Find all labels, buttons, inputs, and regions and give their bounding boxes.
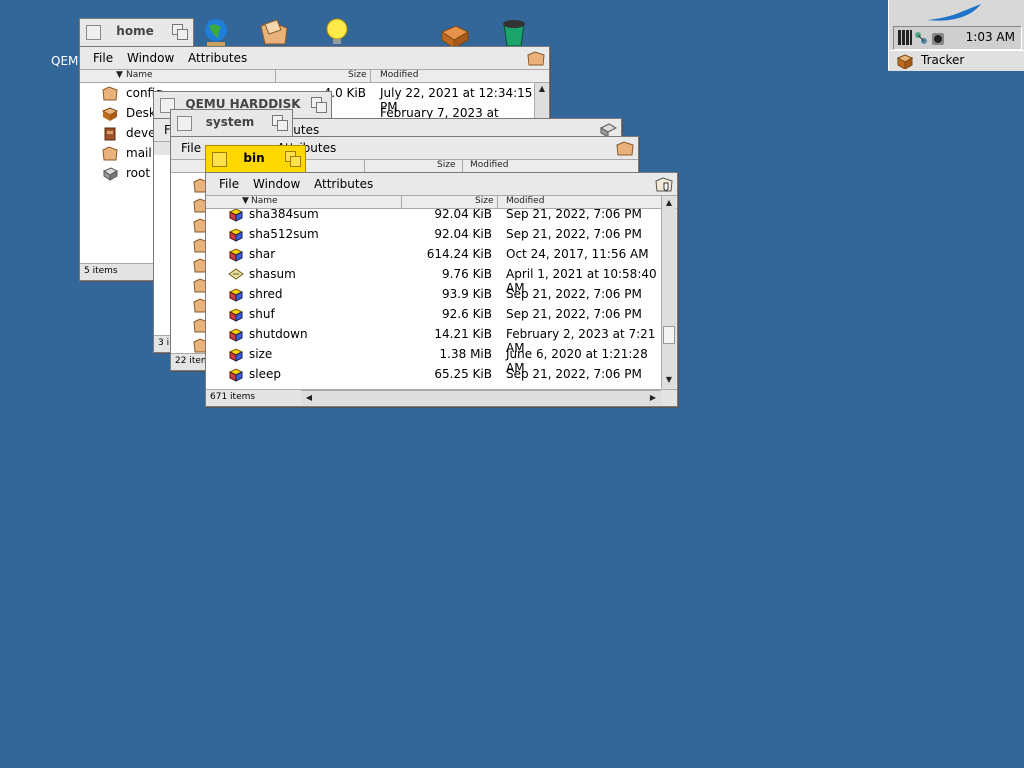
lightbulb-icon[interactable] — [322, 16, 354, 48]
system-col-size[interactable]: Size — [437, 160, 455, 170]
app-icon — [228, 226, 244, 242]
bin-horizontal-scrollbar[interactable]: ◀ ▶ — [301, 390, 661, 405]
bin-menu-window[interactable]: Window — [253, 177, 300, 191]
bin-column-header: ▼ Name Size Modified — [206, 196, 677, 209]
bin-col-modified[interactable]: Modified — [506, 196, 544, 206]
trash-icon[interactable] — [498, 16, 530, 48]
system-window-title: system — [205, 115, 255, 129]
home-menu-window[interactable]: Window — [127, 51, 174, 65]
tracker-entry[interactable]: Tracker — [889, 50, 1024, 71]
app-icon — [228, 306, 244, 322]
app-icon — [228, 246, 244, 262]
scroll-right-arrow-icon[interactable]: ▶ — [647, 392, 659, 404]
clock[interactable]: 1:03 AM — [966, 30, 1015, 44]
app-icon — [228, 286, 244, 302]
home-col-size[interactable]: Size — [348, 70, 366, 80]
bin-vertical-scrollbar[interactable]: ▲ ▼ — [661, 196, 676, 388]
tracker-icon — [896, 53, 914, 70]
list-item[interactable]: shred 93.9 KiB Sep 21, 2022, 7:06 PM — [206, 284, 661, 304]
list-item[interactable]: shuf 92.6 KiB Sep 21, 2022, 7:06 PM — [206, 304, 661, 324]
list-item[interactable]: sha384sum 92.04 KiB Sep 21, 2022, 7:06 P… — [206, 209, 661, 224]
system-zoom-button[interactable] — [272, 115, 288, 131]
system-col-modified[interactable]: Modified — [470, 160, 508, 170]
system-window-tab[interactable]: system — [170, 109, 293, 137]
home-zoom-button[interactable] — [172, 24, 188, 40]
bin-col-name[interactable]: Name — [251, 196, 278, 206]
bin-menu-file[interactable]: File — [219, 177, 239, 191]
app-icon — [228, 326, 244, 342]
list-item[interactable]: shar 614.24 KiB Oct 24, 2017, 11:56 AM — [206, 244, 661, 264]
home-folder-icon[interactable] — [527, 50, 545, 66]
package-icon — [102, 125, 118, 141]
bin-close-button[interactable] — [212, 152, 227, 167]
system-menu-file[interactable]: File — [181, 141, 201, 155]
speaker-icon[interactable] — [930, 30, 946, 46]
home-menu-file[interactable]: File — [93, 51, 113, 65]
list-item[interactable]: sleep 65.25 KiB Sep 21, 2022, 7:06 PM — [206, 364, 661, 384]
home-col-name[interactable]: Name — [126, 70, 153, 80]
list-item[interactable]: shutdown 14.21 KiB February 2, 2023 at 7… — [206, 324, 661, 355]
bin-scroll-thumb[interactable] — [663, 326, 675, 344]
feather-logo[interactable] — [923, 4, 987, 24]
tracker-label: Tracker — [921, 53, 965, 67]
bin-zoom-button[interactable] — [285, 151, 301, 167]
system-tray: 1:03 AM — [893, 26, 1022, 50]
system-close-button[interactable] — [177, 116, 192, 131]
home-close-button[interactable] — [86, 25, 101, 40]
home-menu-attributes[interactable]: Attributes — [188, 51, 247, 65]
folder-icon — [102, 145, 118, 161]
app-icon — [228, 209, 244, 222]
home-window-title: home — [116, 24, 154, 38]
desktop-icon — [101, 105, 119, 121]
bin-menu-attributes[interactable]: Attributes — [314, 177, 373, 191]
deskbar: 1:03 AM Tracker — [888, 0, 1024, 71]
scroll-down-arrow-icon[interactable]: ▼ — [663, 374, 675, 386]
bin-window-title: bin — [243, 151, 265, 165]
app-icon — [228, 366, 244, 382]
sort-arrow-icon[interactable]: ▼ — [242, 196, 249, 206]
harddisk-zoom-button[interactable] — [311, 97, 327, 113]
scroll-left-arrow-icon[interactable]: ◀ — [303, 392, 315, 404]
home-column-header: ▼ Name Size Modified — [80, 70, 549, 83]
scroll-up-arrow-icon[interactable]: ▲ — [536, 83, 548, 95]
home-menubar: File Window Attributes — [80, 47, 549, 70]
bin-folder-icon[interactable] — [655, 176, 673, 192]
bin-file-list: sha384sum 92.04 KiB Sep 21, 2022, 7:06 P… — [206, 209, 661, 389]
network-icon[interactable] — [914, 31, 928, 45]
list-item[interactable]: size 1.38 MiB June 6, 2020 at 1:21:28 AM — [206, 344, 661, 375]
bin-window-tab[interactable]: bin — [205, 145, 306, 173]
system-folder-icon[interactable] — [616, 140, 634, 156]
app-icon — [228, 346, 244, 362]
bin-col-size[interactable]: Size — [475, 196, 493, 206]
home-item-count: 5 items — [84, 266, 118, 276]
bin-item-count: 671 items — [210, 392, 256, 402]
bin-menubar: File Window Attributes — [206, 173, 677, 196]
folder-icon — [102, 85, 118, 101]
cpu-monitor-icon[interactable] — [898, 30, 912, 45]
home-col-modified[interactable]: Modified — [380, 70, 418, 80]
disk-icon — [102, 165, 119, 181]
list-item[interactable]: shasum 9.76 KiB April 1, 2021 at 10:58:4… — [206, 264, 661, 295]
list-item[interactable]: sha512sum 92.04 KiB Sep 21, 2022, 7:06 P… — [206, 224, 661, 244]
script-icon — [228, 266, 244, 282]
sort-arrow-icon[interactable]: ▼ — [116, 70, 123, 80]
bin-window: File Window Attributes ▼ Name Size Modif… — [205, 172, 678, 407]
scroll-up-arrow-icon[interactable]: ▲ — [663, 197, 675, 209]
home-window-tab[interactable]: home — [79, 18, 194, 46]
harddisk-item-count: 3 i — [158, 338, 170, 348]
globe-icon[interactable] — [201, 16, 233, 48]
